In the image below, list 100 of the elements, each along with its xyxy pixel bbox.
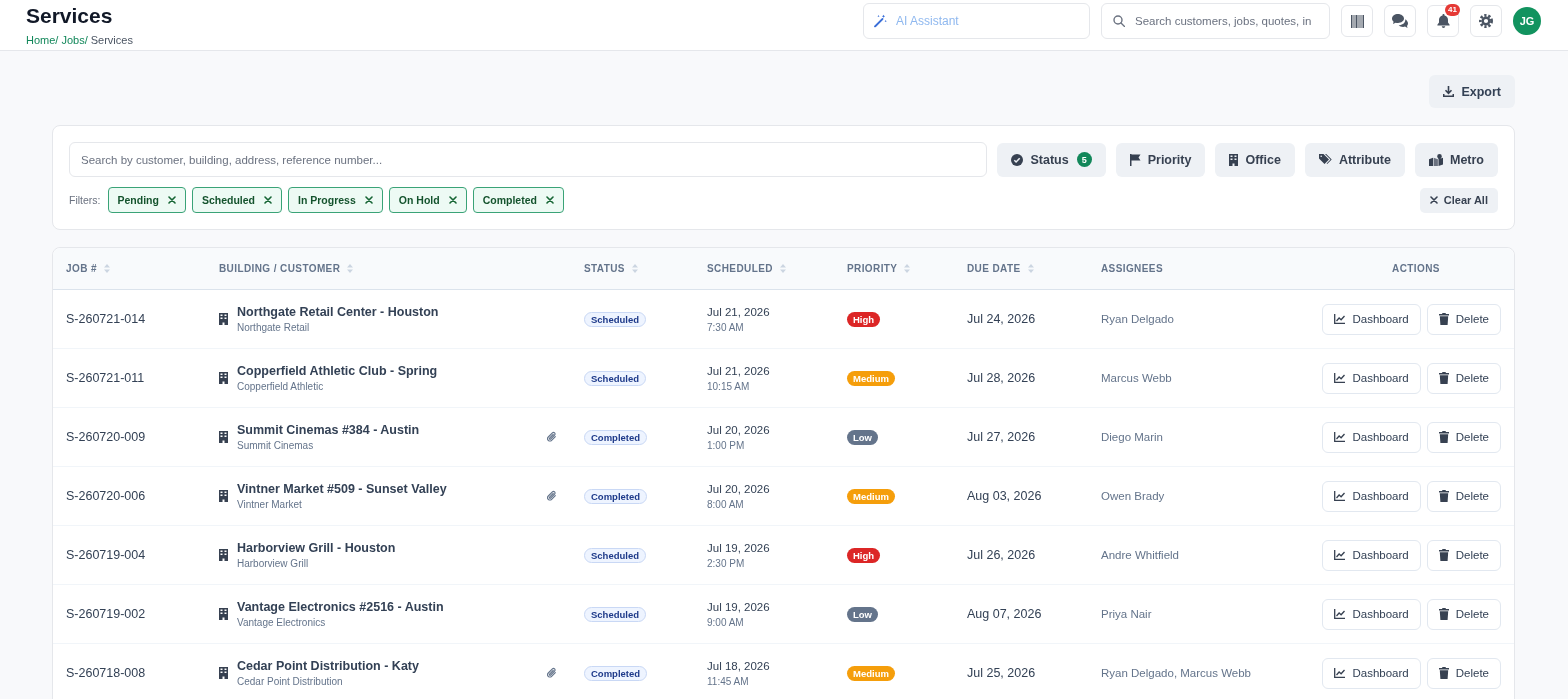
filter-chip[interactable]: On Hold [388, 187, 467, 213]
building-icon [219, 549, 228, 561]
search-icon [1113, 15, 1125, 27]
chat-bubbles-icon [1392, 14, 1408, 28]
delete-button[interactable]: Delete [1426, 539, 1501, 571]
building-name[interactable]: Vantage Electronics #2516 - Austin [237, 599, 444, 615]
column-header[interactable]: JOB # [66, 263, 97, 274]
building-name[interactable]: Vintner Market #509 - Sunset Valley [237, 481, 447, 497]
trash-icon [1438, 608, 1449, 620]
trash-icon [1438, 372, 1449, 384]
bell-icon [1436, 14, 1450, 28]
sort-icon[interactable] [347, 264, 354, 273]
dashboard-button[interactable]: Dashboard [1322, 657, 1421, 689]
export-button[interactable]: Export [1429, 75, 1515, 108]
user-avatar[interactable]: JG [1513, 7, 1541, 35]
dashboard-button[interactable]: Dashboard [1322, 539, 1421, 571]
close-icon [264, 196, 273, 204]
filter-chip[interactable]: Completed [472, 187, 564, 213]
delete-button[interactable]: Delete [1426, 657, 1501, 689]
dashboard-button[interactable]: Dashboard [1322, 362, 1421, 394]
sort-icon[interactable] [1027, 264, 1034, 273]
dashboard-button[interactable]: Dashboard [1322, 421, 1421, 453]
status-badge: Scheduled [584, 547, 647, 563]
filter-button[interactable]: Status 5 [997, 142, 1106, 177]
customer-name: Vintner Market [237, 498, 303, 511]
sort-icon[interactable] [779, 264, 786, 273]
delete-button[interactable]: Delete [1426, 362, 1501, 394]
column-header[interactable]: STATUS [584, 263, 625, 274]
job-number: S-260718-008 [66, 666, 146, 680]
global-search-field[interactable]: Search customers, jobs, quotes, in [1101, 3, 1330, 39]
due-date: Aug 03, 2026 [967, 489, 1042, 503]
job-number: S-260720-006 [66, 489, 146, 503]
dashboard-button[interactable]: Dashboard [1322, 480, 1421, 512]
ai-assistant-field[interactable]: AI Assistant [863, 3, 1090, 39]
breadcrumb-separator: / [84, 34, 88, 47]
sort-icon[interactable] [103, 264, 110, 273]
clear-all-button[interactable]: Clear All [1419, 187, 1498, 213]
building-name[interactable]: Copperfield Athletic Club - Spring [237, 363, 438, 379]
column-header[interactable]: SCHEDULED [707, 263, 773, 274]
priority-badge: Low [847, 429, 878, 445]
barcode-icon [1350, 14, 1364, 28]
job-search-field[interactable]: Search by customer, building, address, reference number... [69, 142, 988, 177]
dashboard-button[interactable]: Dashboard [1322, 598, 1421, 630]
flag-icon [1129, 153, 1141, 166]
due-date: Jul 25, 2026 [967, 666, 1036, 680]
delete-button[interactable]: Delete [1426, 598, 1501, 630]
priority-badge: High [847, 311, 881, 327]
building-name[interactable]: Harborview Grill - Houston [237, 540, 396, 556]
filter-button[interactable]: Office [1215, 142, 1295, 177]
line-chart-icon [1334, 314, 1346, 324]
scheduled-date: Jul 19, 2026 [707, 599, 770, 614]
filter-chip[interactable]: In Progress [288, 187, 383, 213]
column-header[interactable]: DUE DATE [967, 263, 1021, 274]
building-icon [219, 372, 228, 384]
scan-button[interactable] [1341, 5, 1373, 37]
line-chart-icon [1334, 550, 1346, 560]
messages-button[interactable] [1384, 5, 1416, 37]
notification-count: 41 [1445, 4, 1460, 16]
job-number: S-260719-002 [66, 607, 146, 621]
building-icon [1229, 153, 1239, 166]
building-name[interactable]: Summit Cinemas #384 - Austin [237, 422, 420, 438]
settings-button[interactable] [1470, 5, 1502, 37]
filter-chip[interactable]: Scheduled [191, 187, 283, 213]
sort-icon[interactable] [904, 264, 911, 273]
delete-button[interactable]: Delete [1426, 421, 1501, 453]
building-name[interactable]: Cedar Point Distribution - Katy [237, 658, 419, 674]
line-chart-icon [1334, 668, 1346, 678]
due-date: Jul 24, 2026 [967, 312, 1036, 326]
sort-icon[interactable] [631, 264, 638, 273]
job-number: S-260721-011 [66, 371, 145, 385]
filter-button[interactable]: Attribute [1304, 142, 1405, 177]
priority-badge: Medium [847, 488, 895, 504]
filter-button[interactable]: Metro [1414, 142, 1498, 177]
filter-chip[interactable]: Pending [107, 187, 186, 213]
priority-badge: Medium [847, 665, 895, 681]
notifications-button[interactable]: 41 [1427, 5, 1459, 37]
column-header[interactable]: BUILDING / CUSTOMER [219, 263, 341, 274]
trash-icon [1438, 549, 1449, 561]
breadcrumb-link[interactable]: Home [26, 34, 56, 47]
tags-icon [1318, 154, 1332, 165]
building-icon [219, 313, 228, 325]
trash-icon [1438, 667, 1449, 679]
filter-button[interactable]: Priority [1115, 142, 1206, 177]
due-date: Jul 28, 2026 [967, 371, 1036, 385]
building-name[interactable]: Northgate Retail Center - Houston [237, 304, 439, 320]
status-badge: Completed [584, 665, 648, 681]
status-badge: Completed [584, 488, 648, 504]
line-chart-icon [1334, 373, 1346, 383]
assignee-names: Priya Nair [1101, 608, 1152, 620]
breadcrumb-link[interactable]: Jobs [61, 34, 85, 47]
dashboard-button[interactable]: Dashboard [1322, 303, 1421, 335]
scheduled-date: Jul 18, 2026 [707, 658, 770, 673]
column-header[interactable]: PRIORITY [847, 263, 898, 274]
priority-badge: Low [847, 606, 878, 622]
delete-button[interactable]: Delete [1426, 303, 1501, 335]
delete-button[interactable]: Delete [1426, 480, 1501, 512]
scheduled-time: 8:00 AM [707, 498, 744, 511]
column-header: ACTIONS [1392, 263, 1440, 274]
map-pin-icon [1428, 153, 1443, 166]
download-icon [1443, 86, 1455, 97]
